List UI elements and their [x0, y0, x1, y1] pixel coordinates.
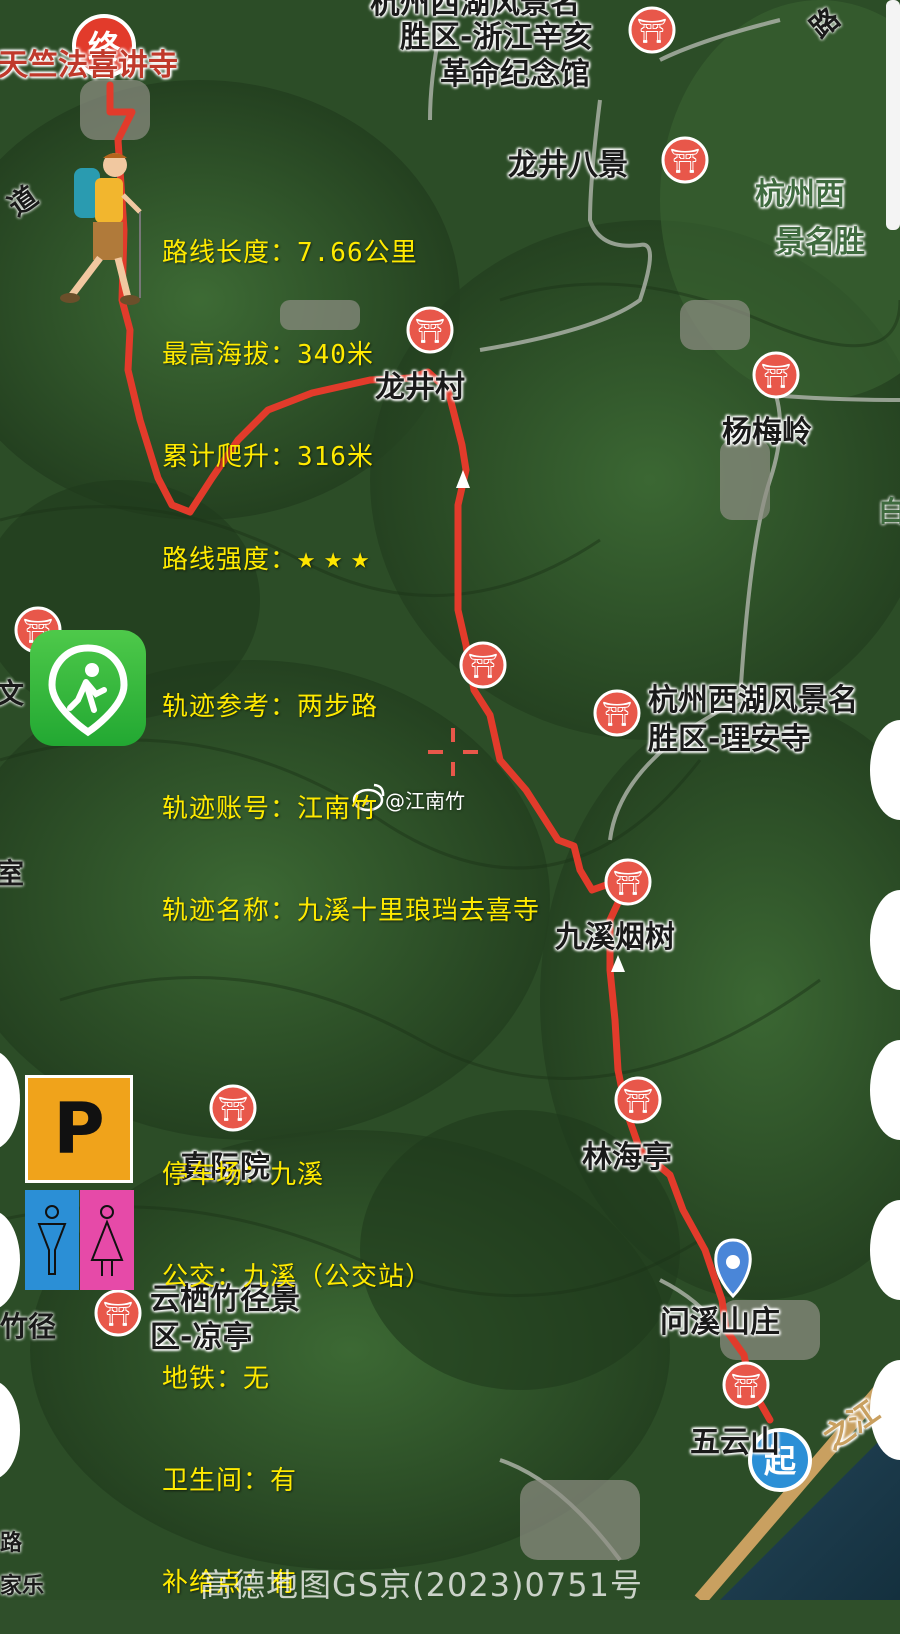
metro-info: 地铁：无	[162, 1364, 271, 1394]
toilet-info: 卫生间：有	[162, 1466, 298, 1496]
svg-text:⛩: ⛩	[670, 147, 700, 175]
wuyun-label[interactable]: 五云山	[690, 1425, 780, 1461]
temple-poi-icon[interactable]: ⛩	[94, 1289, 142, 1337]
route-max-altitude: 最高海拔：340米	[162, 340, 374, 370]
star-icon: ★	[324, 541, 344, 576]
jiuxi-yanshu-label[interactable]: 九溪烟树	[555, 920, 675, 956]
scenic-right-label-2[interactable]: 景名胜	[775, 225, 865, 261]
svg-text:⛩: ⛩	[613, 869, 643, 897]
museum-label-1[interactable]: 杭州西湖风景名	[370, 0, 580, 22]
svg-text:⛩: ⛩	[731, 1372, 761, 1400]
route-intensity: 路线强度：★ ★ ★	[162, 542, 418, 577]
track-ref: 轨迹参考：两步路	[162, 692, 379, 722]
temple-poi-icon[interactable]: ⛩	[661, 136, 709, 184]
svg-text:⛩: ⛩	[637, 17, 667, 45]
two-steps-app-icon[interactable]	[30, 630, 146, 746]
edge-bottom-label: 路	[0, 1531, 23, 1556]
end-temple-label[interactable]: 天竺法喜讲寺	[0, 48, 178, 84]
linhai-label[interactable]: 林海亭	[582, 1140, 672, 1176]
edge-shi-label: 室	[0, 857, 25, 890]
temple-poi-icon[interactable]: ⛩	[604, 858, 652, 906]
restroom-icon	[80, 1190, 134, 1290]
yangmeiling-label[interactable]: 杨梅岭	[722, 415, 812, 451]
map-credit: 高德地图GS京(2023)0751号	[200, 1566, 643, 1604]
temple-poi-icon[interactable]: ⛩	[614, 1076, 662, 1124]
track-account: 轨迹账号：江南竹	[162, 794, 379, 824]
track-info: 轨迹参考：两步路 轨迹账号：江南竹 轨迹名称：九溪十里琅珰去喜寺	[162, 622, 540, 962]
svg-text:⛩: ⛩	[761, 362, 791, 390]
museum-label-2[interactable]: 胜区-浙江辛亥	[400, 20, 592, 56]
route-climb: 累计爬升：316米	[162, 442, 374, 472]
svg-text:⛩: ⛩	[602, 700, 632, 728]
route-length: 路线长度：7.66公里	[162, 238, 418, 268]
scenic-right-label-1[interactable]: 杭州西	[755, 177, 845, 213]
route-info: 路线长度：7.66公里 最高海拔：340米 累计爬升：316米 路线强度：★ ★ ★	[162, 168, 418, 611]
lian-temple-label-2[interactable]: 胜区-理安寺	[648, 722, 810, 758]
wenxi-label[interactable]: 问溪山庄	[660, 1305, 780, 1341]
temple-poi-icon[interactable]: ⛩	[722, 1361, 770, 1409]
svg-text:⛩: ⛩	[103, 1300, 133, 1328]
parking-info: 停车场：九溪	[162, 1160, 325, 1190]
edge-right-bai-label: 白	[878, 495, 900, 528]
star-icon: ★	[351, 541, 371, 576]
museum-label-3[interactable]: 革命纪念馆	[440, 57, 590, 93]
restroom-icon	[25, 1190, 79, 1290]
lian-temple-label-1[interactable]: 杭州西湖风景名	[648, 683, 858, 719]
temple-poi-icon[interactable]: ⛩	[628, 6, 676, 54]
bus-info: 公交：九溪（公交站）	[162, 1262, 433, 1292]
facilities-info: 停车场：九溪 公交：九溪（公交站） 地铁：无 卫生间：有 补给点：有	[162, 1090, 432, 1634]
longjing-eight-label[interactable]: 龙井八景	[508, 148, 628, 184]
edge-bottom2-label: 家乐	[0, 1574, 45, 1599]
temple-poi-icon[interactable]: ⛩	[593, 689, 641, 737]
track-name: 轨迹名称：九溪十里琅珰去喜寺	[162, 896, 541, 926]
weibo-watermark: @江南竹	[385, 789, 465, 813]
edge-wen-label: 文	[0, 677, 25, 710]
svg-text:⛩: ⛩	[623, 1087, 653, 1115]
temple-poi-icon[interactable]: ⛩	[752, 351, 800, 399]
star-icon: ★	[297, 541, 317, 576]
edge-zhujing-label: 竹径	[0, 1310, 57, 1343]
intensity-stars: ★ ★ ★	[297, 542, 378, 576]
svg-text:⛩: ⛩	[415, 317, 445, 345]
parking-icon: P	[25, 1075, 133, 1183]
